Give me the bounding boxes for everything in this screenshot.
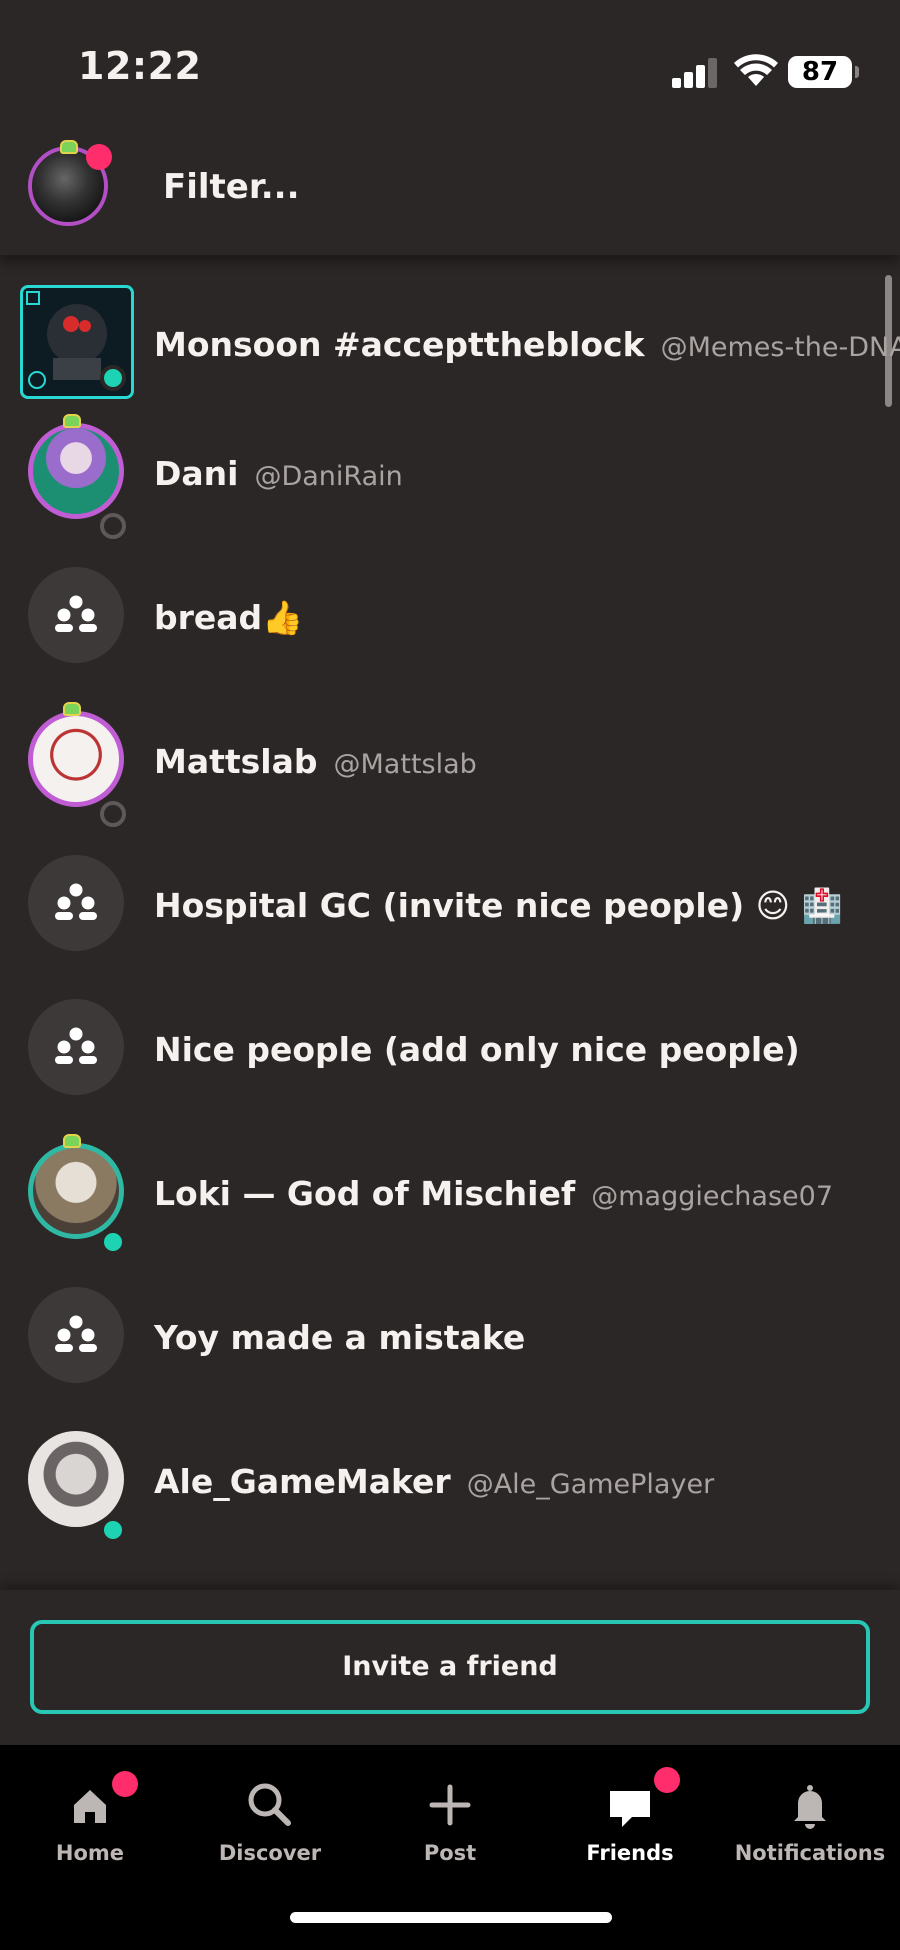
group-avatar <box>28 999 124 1095</box>
filter-input[interactable]: Filter... <box>163 167 300 207</box>
offline-status-dot <box>100 801 126 827</box>
group-icon <box>55 883 97 920</box>
friend-display-name: Mattslab <box>154 742 318 781</box>
group-icon <box>55 1315 97 1352</box>
friend-display-name: Ale_GameMaker <box>154 1462 451 1501</box>
tab-label: Post <box>423 1841 477 1865</box>
friend-row[interactable]: Dani @DaniRain <box>0 399 880 543</box>
group-name: Hospital GC (invite nice people) 😊 🏥 <box>154 886 843 925</box>
clock: 12:22 <box>78 44 202 88</box>
home-indicator <box>290 1912 612 1923</box>
profile-avatar[interactable] <box>28 140 112 226</box>
friend-name: Loki — God of Mischief @maggiechase07 <box>154 1174 833 1213</box>
avatar <box>28 414 124 519</box>
group-name: Nice people (add only nice people) <box>154 1030 800 1069</box>
friend-display-name: Loki — God of Mischief <box>154 1174 576 1213</box>
group-icon <box>55 1027 97 1064</box>
tab-friends[interactable]: Friends <box>540 1745 720 1895</box>
friend-handle: @DaniRain <box>254 461 403 492</box>
avatar <box>28 1134 124 1239</box>
group-avatar <box>28 1287 124 1383</box>
search-icon <box>248 1783 291 1826</box>
chat-bubble-icon <box>610 1791 650 1827</box>
friend-handle: @maggiechase07 <box>591 1181 833 1212</box>
group-name: bread👍 <box>154 598 304 637</box>
crown-icon <box>60 140 78 154</box>
friend-row[interactable]: Loki — God of Mischief @maggiechase07 <box>0 1119 880 1263</box>
avatar <box>28 1431 124 1527</box>
group-row[interactable]: bread👍 <box>0 543 880 687</box>
tab-label: Friends <box>586 1841 674 1865</box>
friend-row[interactable]: Ale_GameMaker @Ale_GamePlayer <box>0 1407 880 1551</box>
friend-name: Monsoon #accepttheblock @Memes-the-DNA <box>154 325 900 364</box>
friend-name: Dani @DaniRain <box>154 454 403 493</box>
wifi-icon <box>734 54 778 86</box>
invite-section: Invite a friend <box>0 1590 900 1745</box>
friend-handle: @Mattslab <box>333 749 477 780</box>
bell-icon <box>794 1785 826 1829</box>
notification-badge <box>112 1771 138 1797</box>
group-avatar <box>28 855 124 951</box>
friend-name: Ale_GameMaker @Ale_GamePlayer <box>154 1462 714 1501</box>
friend-handle: @Ale_GamePlayer <box>466 1469 715 1500</box>
group-icon <box>55 595 97 632</box>
tab-home[interactable]: Home <box>0 1745 180 1895</box>
cellular-signal-icon <box>672 56 718 88</box>
status-bar: 12:22 87 <box>0 0 900 130</box>
invite-friend-button[interactable]: Invite a friend <box>30 1620 870 1714</box>
notification-badge <box>654 1767 680 1793</box>
notification-badge <box>86 144 112 170</box>
tab-label: Discover <box>218 1841 322 1865</box>
online-status-dot <box>100 1229 126 1255</box>
friends-list[interactable]: Monsoon #accepttheblock @Memes-the-DNA Da… <box>0 255 900 1590</box>
tab-label: Notifications <box>734 1841 886 1865</box>
friend-display-name: Dani <box>154 454 239 493</box>
offline-status-dot <box>100 513 126 539</box>
group-row[interactable]: Nice people (add only nice people) <box>0 975 880 1119</box>
home-icon <box>74 1790 106 1823</box>
filter-bar: Filter... <box>0 130 900 255</box>
crown-icon <box>63 702 81 716</box>
tab-label: Home <box>55 1841 125 1865</box>
crown-icon <box>63 414 81 428</box>
online-status-dot <box>100 1517 126 1543</box>
friend-display-name: Monsoon #accepttheblock <box>154 325 645 364</box>
friend-name: Mattslab @Mattslab <box>154 742 477 781</box>
friend-row[interactable]: Mattslab @Mattslab <box>0 687 880 831</box>
friend-handle: @Memes-the-DNA <box>660 332 900 363</box>
battery-icon: 87 <box>788 56 859 88</box>
group-name: Yoy made a mistake <box>154 1318 526 1357</box>
friend-row[interactable]: Monsoon #accepttheblock @Memes-the-DNA <box>0 255 900 399</box>
group-avatar <box>28 567 124 663</box>
crown-icon <box>63 1134 81 1148</box>
group-row[interactable]: Yoy made a mistake <box>0 1263 880 1407</box>
bottom-tab-bar: Home Discover Post Friends Notifications <box>0 1745 900 1950</box>
tab-notifications[interactable]: Notifications <box>720 1745 900 1895</box>
tab-post[interactable]: Post <box>360 1745 540 1895</box>
avatar <box>28 702 124 807</box>
group-row[interactable]: Hospital GC (invite nice people) 😊 🏥 <box>0 831 880 975</box>
online-status-dot <box>100 365 126 391</box>
tab-discover[interactable]: Discover <box>180 1745 360 1895</box>
plus-icon <box>429 1784 471 1826</box>
